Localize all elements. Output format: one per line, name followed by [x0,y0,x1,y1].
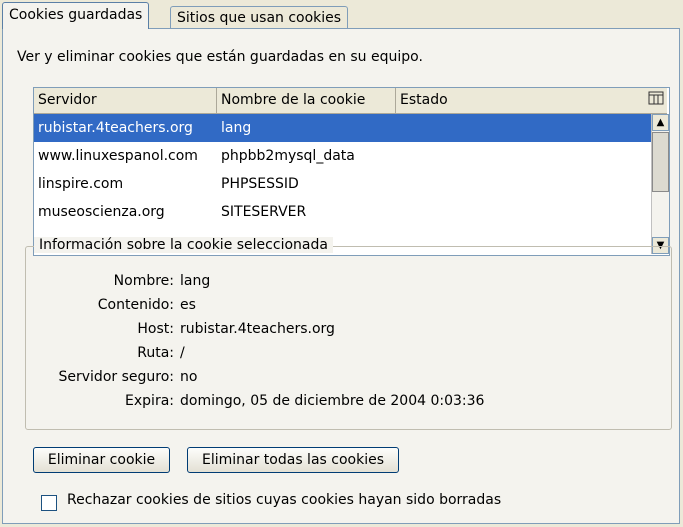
cookie-cell-server: museoscienza.org [38,204,165,220]
cookie-rows: rubistar.4teachers.org lang www.linuxespan… [34,114,651,226]
panel-description: Ver y eliminar cookies que están guardad… [17,49,423,65]
info-field: Ruta: / [26,345,666,365]
column-header-server[interactable]: Servidor [34,88,217,113]
cookie-cell-server: linspire.com [38,176,124,192]
tab-panel: Ver y eliminar cookies que están guardad… [2,28,680,524]
cookie-cell-name: lang [221,120,252,136]
cookie-cell-name: phpbb2mysql_data [221,148,355,164]
info-field: Nombre: lang [26,273,666,293]
reject-cookies-label[interactable]: Rechazar cookies de sitios cuyas cookies… [67,492,501,508]
tab-bar: Cookies guardadas Sitios que usan cookie… [0,0,683,29]
cookie-row[interactable]: linspire.com PHPSESSID [34,170,651,198]
cookie-info-legend: Información sobre la cookie seleccionada [34,237,333,253]
cookie-row[interactable]: www.linuxespanol.com phpbb2mysql_data [34,142,651,170]
remove-all-cookies-button[interactable]: Eliminar todas las cookies [187,447,399,473]
info-field-label: Servidor seguro: [58,369,175,385]
cookie-info-group: Información sobre la cookie seleccionada… [25,237,672,430]
remove-cookie-button[interactable]: Eliminar cookie [33,447,170,473]
vertical-scrollbar[interactable]: ▲ ▼ [651,114,669,254]
info-field-label: Contenido: [97,297,174,313]
cookie-cell-server: www.linuxespanol.com [38,148,198,164]
info-field: Servidor seguro: no [26,369,666,389]
info-field-value: lang [180,273,211,289]
scroll-thumb[interactable] [652,132,669,192]
info-field-value: rubistar.4teachers.org [180,321,335,337]
info-field: Contenido: es [26,297,666,317]
reject-cookies-checkbox[interactable] [41,495,57,511]
cookie-row[interactable]: museoscienza.org SITESERVER [34,198,651,226]
info-field-label: Ruta: [137,345,174,361]
info-field-value: es [180,297,196,313]
info-field-label: Nombre: [113,273,174,289]
column-header-cookie-name[interactable]: Nombre de la cookie [217,88,396,113]
info-field-label: Host: [137,321,174,337]
tab-sites-using-cookies[interactable]: Sitios que usan cookies [170,6,349,29]
cookie-cell-name: PHPSESSID [221,176,299,192]
cookie-list-header: Servidor Nombre de la cookie Estado [34,88,667,114]
info-field: Expira: domingo, 05 de diciembre de 2004 … [26,393,666,413]
cookie-list[interactable]: Servidor Nombre de la cookie Estado rubi… [33,87,670,256]
tab-saved-cookies[interactable]: Cookies guardadas [2,2,150,29]
cookie-cell-name: SITESERVER [221,204,307,220]
info-field-label: Expira: [125,393,174,409]
cookie-cell-server: rubistar.4teachers.org [38,120,193,136]
info-field-value: domingo, 05 de diciembre de 2004 0:03:36 [180,393,485,409]
info-field-value: no [180,369,198,385]
info-field-value: / [180,345,185,361]
scroll-up-icon[interactable]: ▲ [652,114,669,131]
info-field: Host: rubistar.4teachers.org [26,321,666,341]
column-header-state[interactable]: Estado [396,88,646,113]
cookie-row[interactable]: rubistar.4teachers.org lang [34,114,651,142]
column-picker-icon[interactable] [647,91,665,109]
